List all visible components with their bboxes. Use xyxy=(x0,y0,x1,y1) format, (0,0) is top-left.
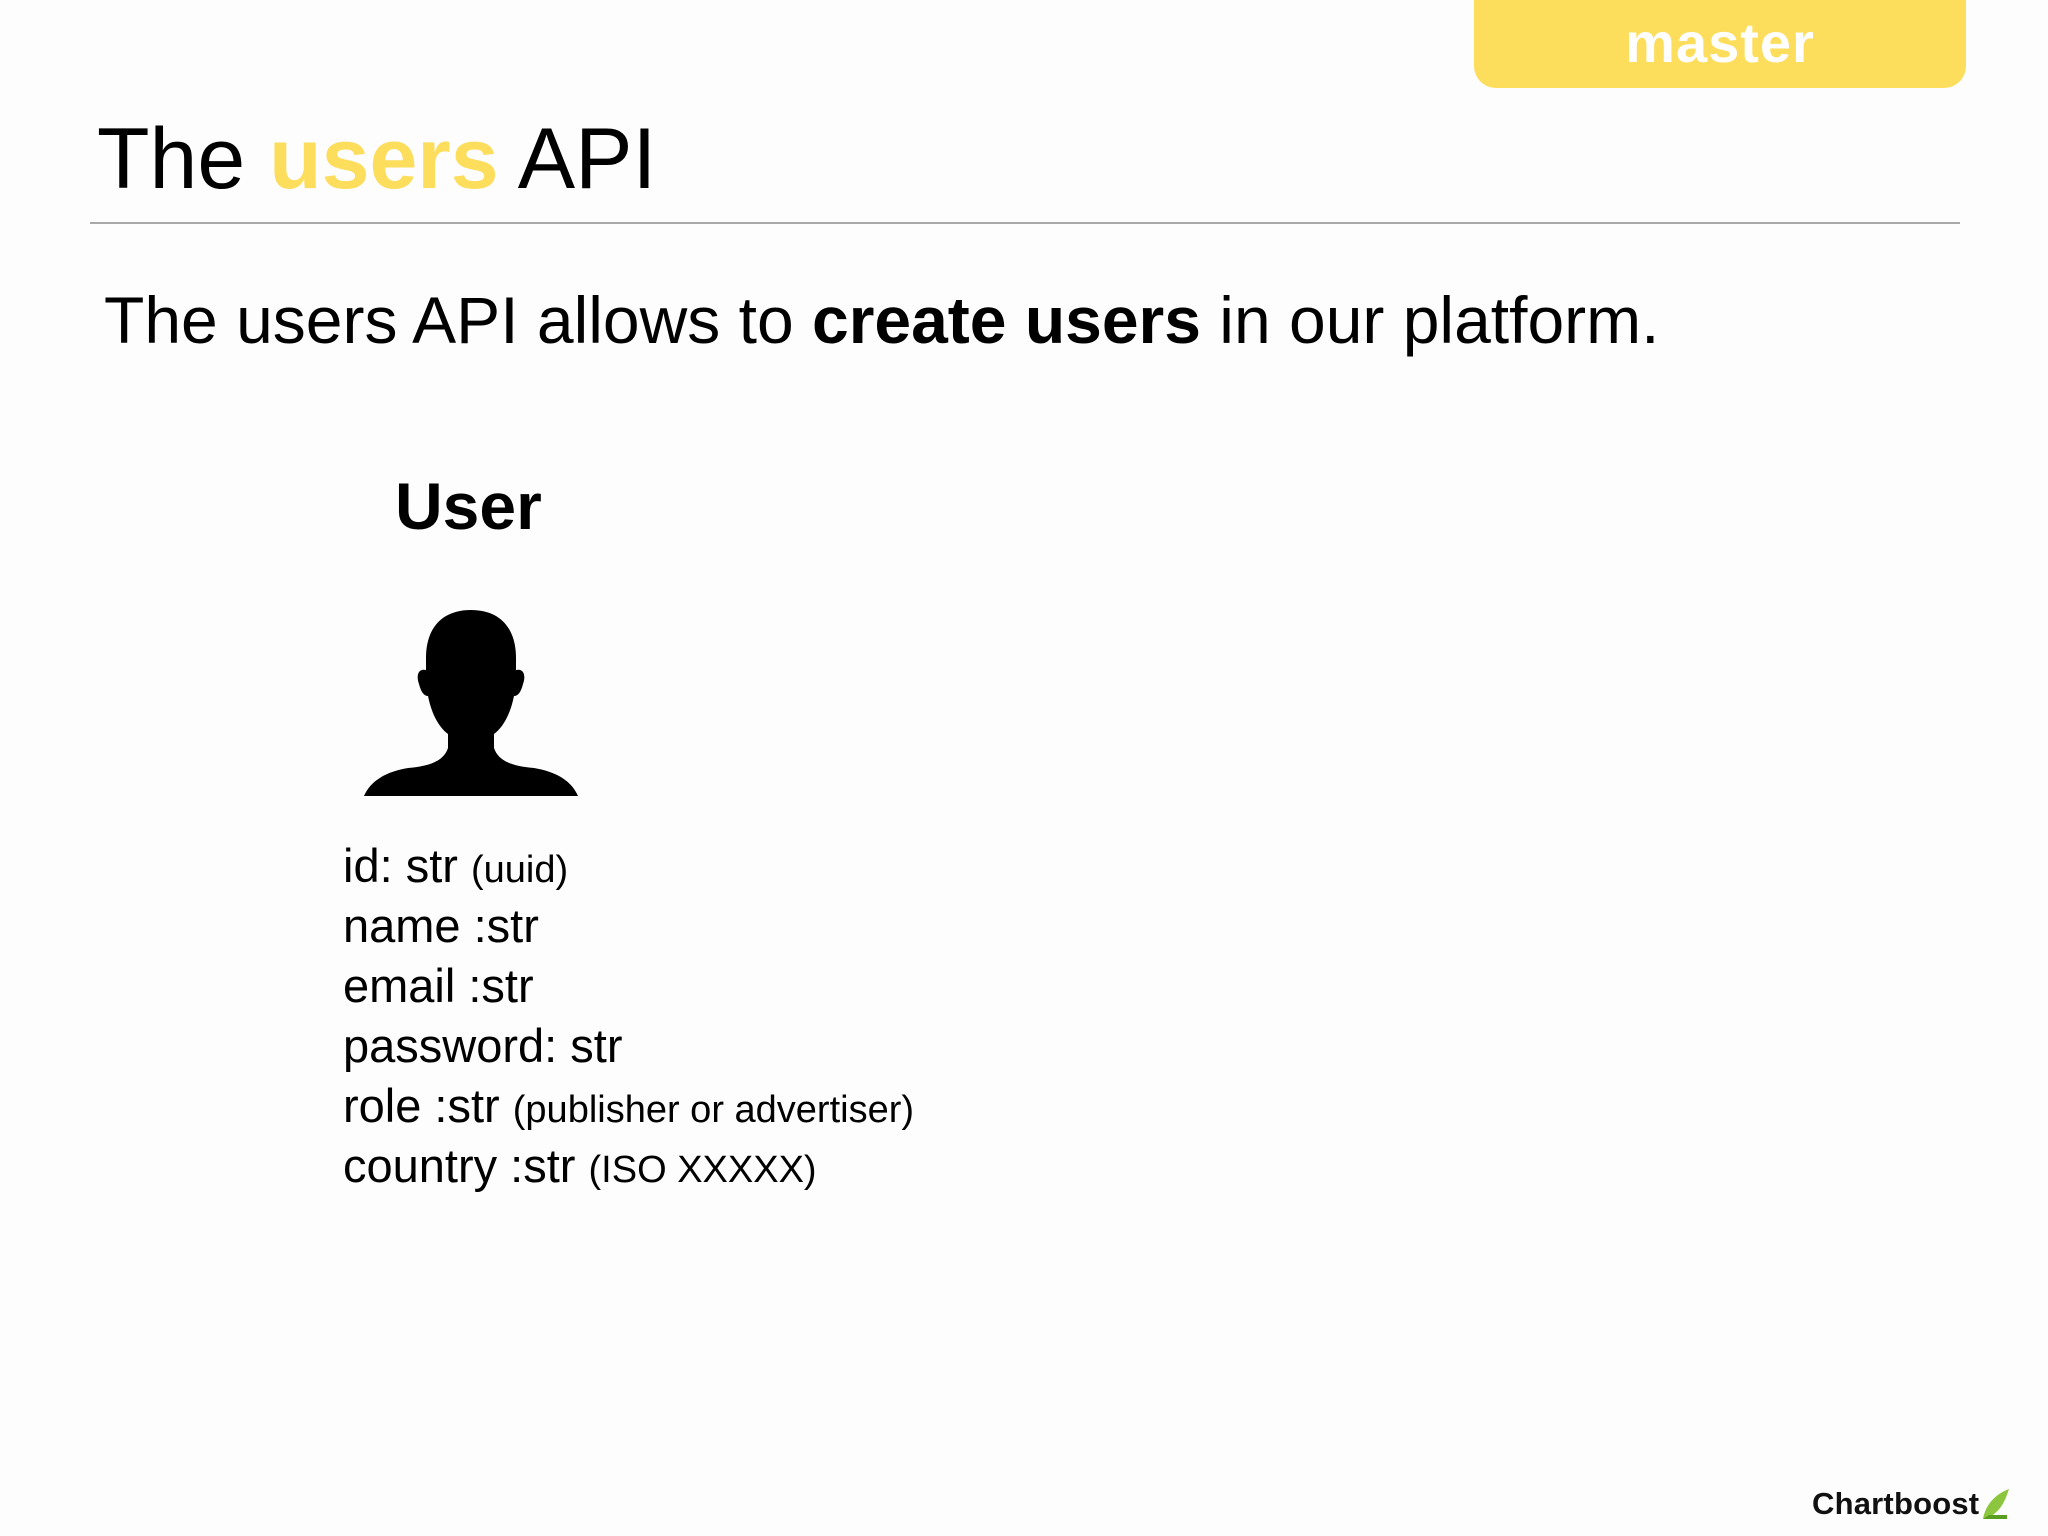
branch-badge: master xyxy=(1474,0,1966,88)
field-email-name: email :str xyxy=(343,959,534,1012)
intro-prefix: The users API allows to xyxy=(104,283,812,357)
field-name-name: name :str xyxy=(343,899,539,952)
intro-suffix: in our platform. xyxy=(1200,283,1660,357)
field-email: email :str xyxy=(343,956,914,1016)
title-divider xyxy=(90,222,1960,224)
field-name: name :str xyxy=(343,896,914,956)
intro-bold: create users xyxy=(812,283,1201,357)
chartboost-leaf-icon xyxy=(1983,1489,2010,1519)
chartboost-logo: Chartboost xyxy=(1812,1484,2011,1524)
field-password-name: password: str xyxy=(343,1019,623,1072)
field-role: role :str (publisher or advertiser) xyxy=(343,1076,914,1136)
title-suffix: API xyxy=(498,111,657,207)
slide-title: The users API xyxy=(97,104,656,214)
title-prefix: The xyxy=(97,111,270,207)
logo-text: Chartboost xyxy=(1812,1486,1980,1521)
title-accent: users xyxy=(269,111,499,207)
field-id: id: str (uuid) xyxy=(343,836,914,896)
field-country: country :str (ISO XXXXX) xyxy=(343,1136,914,1196)
slide: master The users API The users API allow… xyxy=(0,0,2048,1536)
field-id-name: id: str xyxy=(343,839,458,892)
field-country-note: (ISO XXXXX) xyxy=(588,1149,817,1191)
intro-text: The users API allows to create users in … xyxy=(104,280,1659,360)
field-password: password: str xyxy=(343,1016,914,1076)
user-fields-list: id: str (uuid) name :str email :str pass… xyxy=(343,836,914,1196)
entity-title: User xyxy=(395,469,542,543)
field-role-note: (publisher or advertiser) xyxy=(512,1089,915,1131)
field-country-name: country :str xyxy=(343,1139,576,1192)
field-id-note: (uuid) xyxy=(470,849,569,891)
user-silhouette-icon xyxy=(364,610,578,796)
field-role-name: role :str xyxy=(343,1079,500,1132)
branch-badge-label: master xyxy=(1625,10,1815,74)
